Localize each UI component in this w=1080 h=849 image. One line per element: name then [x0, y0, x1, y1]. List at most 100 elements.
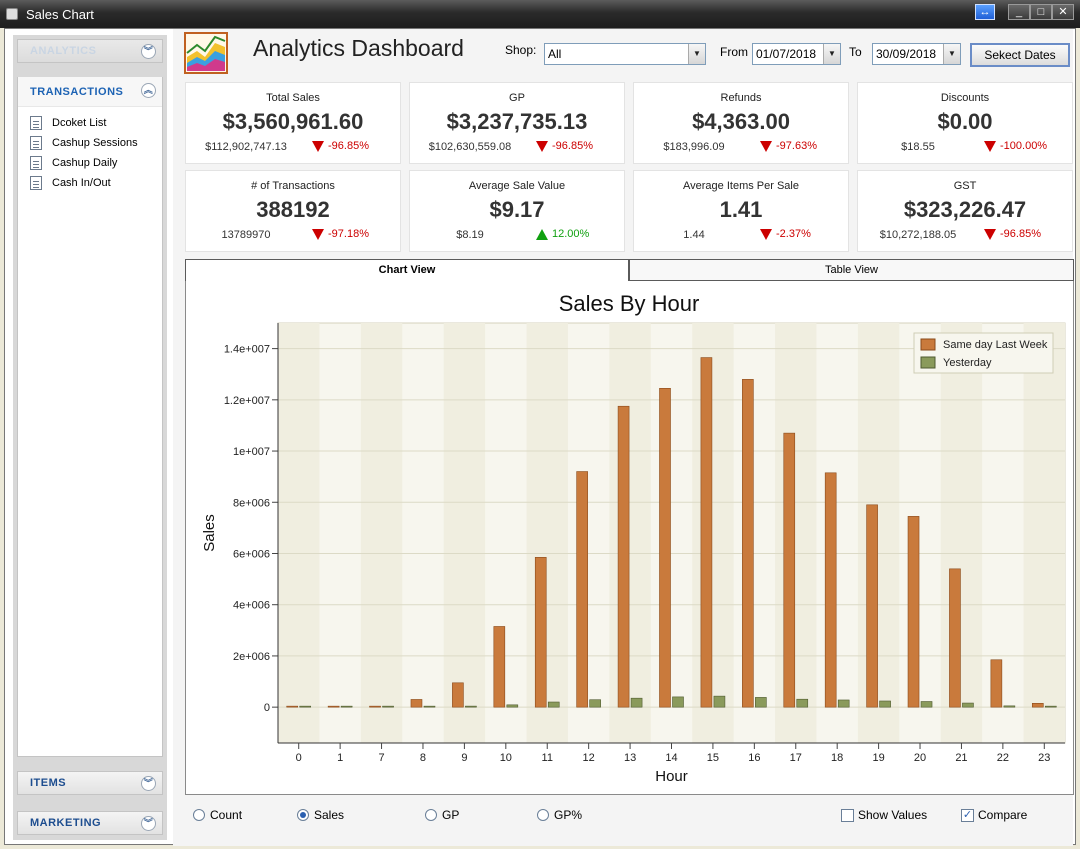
bar-yesterday [920, 701, 933, 708]
sidebar-item-list: Dcoket List Cashup Sessions Cashup Daily… [18, 107, 162, 193]
x-tick-label: 22 [997, 752, 1009, 764]
stat-card: # of Transactions 388192 13789970 -97.18% [185, 170, 401, 252]
plot-band [443, 323, 486, 743]
sidebar-item-docket-list[interactable]: Dcoket List [30, 113, 162, 133]
stat-change: 12.00% [536, 228, 589, 240]
sidebar-group-label: ANALYTICS [30, 45, 97, 57]
y-tick-label: 4e+006 [233, 600, 270, 612]
chevron-down-icon[interactable]: ︾ [141, 776, 156, 791]
gp-radio[interactable] [425, 809, 437, 821]
option-gp[interactable]: GP [425, 808, 459, 822]
stat-title: Refunds [720, 92, 762, 104]
sidebar: ANALYTICS ︾ TRANSACTIONS ︽ Dcoket List C… [13, 35, 167, 840]
option-count[interactable]: Count [193, 808, 242, 822]
sidebar-group-transactions[interactable]: TRANSACTIONS ︽ [18, 77, 162, 107]
stat-value: $4,363.00 [692, 109, 790, 134]
shop-label: Shop: [505, 43, 537, 57]
sidebar-item-cash-in-out[interactable]: Cash In/Out [30, 173, 162, 193]
trend-down-icon [312, 228, 324, 240]
stat-change: -2.37% [760, 228, 811, 240]
chevron-down-icon[interactable]: ▼ [688, 44, 705, 64]
stat-previous-value: $112,902,747.13 [205, 141, 287, 153]
chevron-up-icon[interactable]: ︽ [141, 83, 156, 98]
stat-title: Discounts [940, 92, 990, 104]
stat-change: -97.63% [760, 140, 817, 152]
stat-card: Average Sale Value $9.17 $8.19 12.00% [409, 170, 625, 252]
plot-band [775, 323, 817, 743]
to-date-picker[interactable]: 30/09/2018 ▼ [872, 43, 961, 65]
option-gp-pct[interactable]: GP% [537, 808, 582, 822]
sidebar-item-cashup-daily[interactable]: Cashup Daily [30, 153, 162, 173]
stat-change-value: -96.85% [328, 140, 369, 152]
stat-value: $0.00 [937, 109, 993, 134]
document-icon [30, 116, 42, 130]
sidebar-item-cashup-sessions[interactable]: Cashup Sessions [30, 133, 162, 153]
chevron-down-icon[interactable]: ▼ [823, 44, 840, 64]
minimize-button[interactable]: _ [1008, 4, 1030, 20]
select-dates-button[interactable]: Sekect Dates [970, 43, 1070, 67]
trend-down-icon [536, 140, 548, 152]
sales-radio[interactable] [297, 809, 309, 821]
sidebar-group-items[interactable]: ITEMS ︾ [17, 771, 163, 795]
y-tick-label: 1.2e+007 [224, 395, 270, 407]
tab-chart-view[interactable]: Chart View [185, 259, 629, 281]
x-tick-label: 19 [872, 752, 884, 764]
count-radio[interactable] [193, 809, 205, 821]
bar-yesterday [547, 701, 560, 708]
bar-yesterday [630, 697, 643, 708]
bar-same-day-last-week [659, 388, 671, 708]
sidebar-item-label: Dcoket List [52, 117, 107, 129]
sidebar-group-marketing[interactable]: MARKETING ︾ [17, 811, 163, 835]
resize-icon[interactable]: ↔ [975, 4, 995, 20]
bar-same-day-last-week [576, 471, 588, 708]
stat-value: $323,226.47 [903, 197, 1027, 222]
bar-same-day-last-week [452, 682, 464, 708]
stat-change: -97.18% [312, 228, 369, 240]
legend-label: Yesterday [943, 357, 992, 369]
bar-same-day-last-week [742, 379, 754, 708]
x-tick-label: 10 [500, 752, 512, 764]
bar-yesterday [962, 702, 974, 708]
stat-card: Average Items Per Sale 1.41 1.44 -2.37% [633, 170, 849, 252]
tab-table-view[interactable]: Table View [629, 259, 1074, 281]
bar-same-day-last-week [534, 557, 547, 708]
option-label: Compare [978, 808, 1028, 822]
x-tick-label: 8 [420, 752, 426, 764]
chart-title: Sales By Hour [559, 291, 700, 316]
chevron-down-icon[interactable]: ︾ [141, 44, 156, 59]
app-icon [6, 8, 18, 20]
shop-select[interactable]: All ▼ [544, 43, 706, 65]
stat-card: Total Sales $3,560,961.60 $112,902,747.13 -… [185, 82, 401, 164]
bar-same-day-last-week [286, 705, 299, 708]
sidebar-group-analytics[interactable]: ANALYTICS ︾ [17, 39, 163, 63]
legend-label: Same day Last Week [943, 339, 1048, 351]
bar-yesterday [837, 699, 850, 708]
y-tick-label: 2e+006 [233, 651, 270, 663]
gp-pct-radio[interactable] [537, 809, 549, 821]
compare-checkbox[interactable]: ✓ [961, 808, 974, 822]
stat-title: Total Sales [266, 92, 320, 104]
option-sales[interactable]: Sales [297, 808, 344, 822]
bar-same-day-last-week [410, 699, 423, 708]
option-compare[interactable]: ✓ Compare [961, 808, 1027, 822]
y-tick-label: 1.4e+007 [224, 344, 270, 356]
bar-yesterday [299, 705, 312, 708]
stat-previous-value: $183,996.09 [663, 141, 725, 153]
option-show-values[interactable]: Show Values [841, 808, 927, 822]
bar-same-day-last-week [327, 705, 340, 708]
bar-same-day-last-week [369, 705, 381, 708]
analytics-logo-icon [184, 32, 228, 74]
x-tick-label: 21 [955, 752, 967, 764]
stat-change-value: 12.00% [552, 228, 590, 240]
main-content: Analytics Dashboard Shop: All ▼ From 01/… [173, 29, 1074, 846]
chevron-down-icon[interactable]: ▼ [943, 44, 960, 64]
from-label: From [720, 45, 748, 59]
maximize-button[interactable]: □ [1030, 4, 1052, 20]
close-button[interactable]: ✕ [1052, 4, 1074, 20]
bar-same-day-last-week [990, 659, 1003, 708]
option-label: GP [442, 808, 460, 822]
y-axis-label: Sales [201, 514, 218, 552]
show-values-checkbox[interactable] [841, 808, 854, 822]
chevron-down-icon[interactable]: ︾ [141, 816, 156, 831]
from-date-picker[interactable]: 01/07/2018 ▼ [752, 43, 841, 65]
